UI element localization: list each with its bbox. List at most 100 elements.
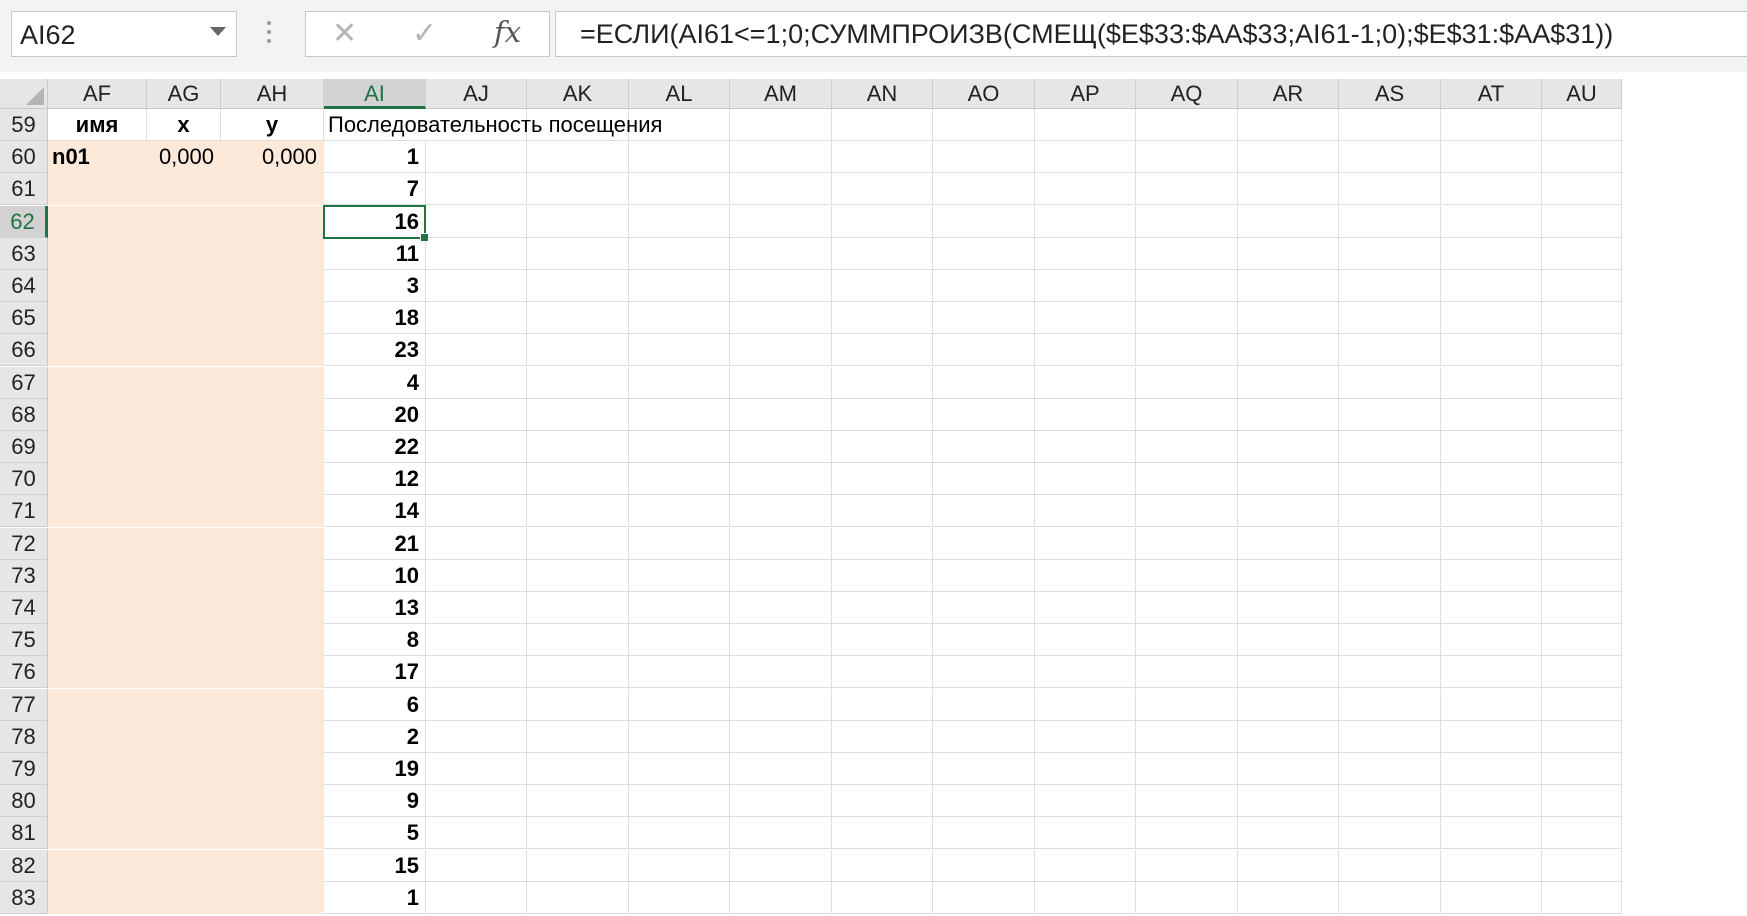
cell-au69[interactable] (1542, 431, 1622, 463)
cell-am68[interactable] (730, 399, 832, 431)
row-header-81[interactable]: 81 (0, 817, 48, 849)
cell-af73[interactable] (48, 560, 147, 592)
cell-ai59[interactable]: Последовательность посещения (324, 109, 744, 141)
cell-ao71[interactable] (933, 495, 1035, 527)
cell-ah67[interactable] (221, 367, 324, 399)
cell-aj79[interactable] (426, 753, 527, 785)
column-header-ar[interactable]: AR (1238, 79, 1339, 109)
cell-ah66[interactable] (221, 334, 324, 366)
cell-ag72[interactable] (147, 528, 221, 560)
cell-aj82[interactable] (426, 850, 527, 882)
cell-ag78[interactable] (147, 721, 221, 753)
cell-ah68[interactable] (221, 399, 324, 431)
cell-ao81[interactable] (933, 817, 1035, 849)
cell-ai79[interactable]: 19 (324, 753, 426, 785)
cell-ak69[interactable] (527, 431, 629, 463)
cell-au76[interactable] (1542, 656, 1622, 688)
cell-am81[interactable] (730, 817, 832, 849)
cell-ar71[interactable] (1238, 495, 1339, 527)
cell-ai81[interactable]: 5 (324, 817, 426, 849)
cell-ao74[interactable] (933, 592, 1035, 624)
row-header-82[interactable]: 82 (0, 850, 48, 882)
row-header-63[interactable]: 63 (0, 238, 48, 270)
cell-as64[interactable] (1339, 270, 1441, 302)
cell-ap83[interactable] (1035, 882, 1136, 914)
cell-af82[interactable] (48, 850, 147, 882)
cell-ar68[interactable] (1238, 399, 1339, 431)
cell-ah74[interactable] (221, 592, 324, 624)
row-header-70[interactable]: 70 (0, 463, 48, 495)
cell-aj78[interactable] (426, 721, 527, 753)
cell-ak74[interactable] (527, 592, 629, 624)
row-header-62[interactable]: 62 (0, 206, 48, 238)
cell-ak64[interactable] (527, 270, 629, 302)
cell-aj62[interactable] (426, 206, 527, 238)
row-header-66[interactable]: 66 (0, 334, 48, 366)
cell-ao82[interactable] (933, 850, 1035, 882)
cell-ah79[interactable] (221, 753, 324, 785)
column-header-ap[interactable]: AP (1035, 79, 1136, 109)
cell-aq78[interactable] (1136, 721, 1238, 753)
cell-ah78[interactable] (221, 721, 324, 753)
cell-as69[interactable] (1339, 431, 1441, 463)
cell-at72[interactable] (1441, 528, 1542, 560)
cell-ao65[interactable] (933, 302, 1035, 334)
row-header-83[interactable]: 83 (0, 882, 48, 914)
cell-ak75[interactable] (527, 624, 629, 656)
cell-aq67[interactable] (1136, 367, 1238, 399)
cell-aj61[interactable] (426, 173, 527, 205)
cell-aq68[interactable] (1136, 399, 1238, 431)
cell-aj72[interactable] (426, 528, 527, 560)
cell-ai71[interactable]: 14 (324, 495, 426, 527)
cell-ak72[interactable] (527, 528, 629, 560)
cell-al71[interactable] (629, 495, 730, 527)
cell-am78[interactable] (730, 721, 832, 753)
cell-ap77[interactable] (1035, 689, 1136, 721)
cell-ah61[interactable] (221, 173, 324, 205)
cell-al76[interactable] (629, 656, 730, 688)
cell-ao67[interactable] (933, 367, 1035, 399)
cell-ai70[interactable]: 12 (324, 463, 426, 495)
cell-af81[interactable] (48, 817, 147, 849)
cell-ai63[interactable]: 11 (324, 238, 426, 270)
cell-ah63[interactable] (221, 238, 324, 270)
cell-af65[interactable] (48, 302, 147, 334)
cell-au62[interactable] (1542, 206, 1622, 238)
cell-an64[interactable] (832, 270, 933, 302)
column-header-ao[interactable]: AO (933, 79, 1035, 109)
cell-ag68[interactable] (147, 399, 221, 431)
cell-ar60[interactable] (1238, 141, 1339, 173)
cell-an82[interactable] (832, 850, 933, 882)
cell-ao79[interactable] (933, 753, 1035, 785)
cell-am64[interactable] (730, 270, 832, 302)
cell-ag63[interactable] (147, 238, 221, 270)
cell-an59[interactable] (832, 109, 933, 141)
cell-ak62[interactable] (527, 206, 629, 238)
cell-am76[interactable] (730, 656, 832, 688)
cell-an68[interactable] (832, 399, 933, 431)
cell-ar75[interactable] (1238, 624, 1339, 656)
cell-aj63[interactable] (426, 238, 527, 270)
cell-ah83[interactable] (221, 882, 324, 914)
cell-ak81[interactable] (527, 817, 629, 849)
cell-ai77[interactable]: 6 (324, 689, 426, 721)
cell-ap61[interactable] (1035, 173, 1136, 205)
cell-ap72[interactable] (1035, 528, 1136, 560)
cell-ap74[interactable] (1035, 592, 1136, 624)
cell-an67[interactable] (832, 367, 933, 399)
cell-at78[interactable] (1441, 721, 1542, 753)
row-header-69[interactable]: 69 (0, 431, 48, 463)
cell-aq70[interactable] (1136, 463, 1238, 495)
cell-am62[interactable] (730, 206, 832, 238)
cell-at80[interactable] (1441, 785, 1542, 817)
cell-ao75[interactable] (933, 624, 1035, 656)
cell-ap63[interactable] (1035, 238, 1136, 270)
cell-al64[interactable] (629, 270, 730, 302)
cell-al74[interactable] (629, 592, 730, 624)
cell-au80[interactable] (1542, 785, 1622, 817)
cell-as82[interactable] (1339, 850, 1441, 882)
cell-au82[interactable] (1542, 850, 1622, 882)
cell-ak65[interactable] (527, 302, 629, 334)
cell-as66[interactable] (1339, 334, 1441, 366)
cell-au68[interactable] (1542, 399, 1622, 431)
